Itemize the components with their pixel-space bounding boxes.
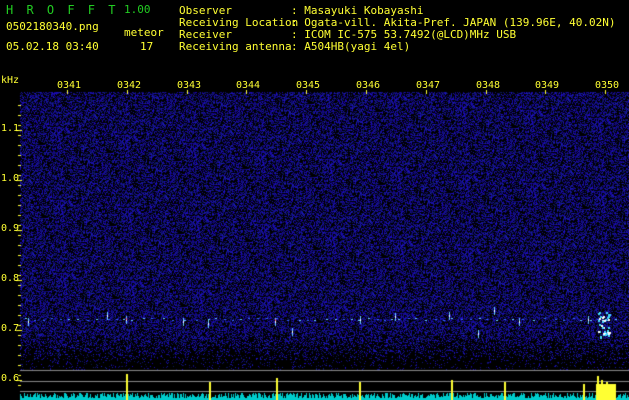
time-tick-label: 0350: [595, 80, 620, 91]
spectrogram-canvas: [0, 0, 629, 400]
time-tick-label: 0341: [57, 80, 82, 91]
info-label-antenna: Receiving antenna: [179, 40, 292, 53]
time-tick-label: 0348: [476, 80, 501, 91]
app-title: H R O F F T: [6, 3, 119, 17]
time-tick-label: 0344: [236, 80, 261, 91]
y-tick-label: 1.0: [1, 173, 20, 184]
y-tick-label: 0.6: [1, 373, 20, 384]
time-tick-label: 0346: [356, 80, 381, 91]
y-tick-label: 1.1: [1, 123, 20, 134]
time-tick-label: 0343: [177, 80, 202, 91]
datetime-label: 05.02.18 03:40: [6, 40, 99, 53]
y-axis-unit: kHz: [1, 75, 20, 86]
time-tick-label: 0349: [535, 80, 560, 91]
time-tick-label: 0345: [296, 80, 321, 91]
filename-label: 0502180340.png: [6, 20, 99, 33]
y-tick-label: 0.7: [1, 323, 20, 334]
time-tick-label: 0347: [416, 80, 441, 91]
time-tick-label: 0342: [117, 80, 142, 91]
info-value-antenna: : A504HB(yagi 4el): [291, 40, 411, 53]
y-tick-label: 0.9: [1, 223, 20, 234]
meteor-label: meteor: [124, 26, 164, 39]
y-tick-label: 0.8: [1, 273, 20, 284]
meteor-count: 17: [140, 40, 154, 53]
version-label: 1.00: [124, 3, 151, 16]
